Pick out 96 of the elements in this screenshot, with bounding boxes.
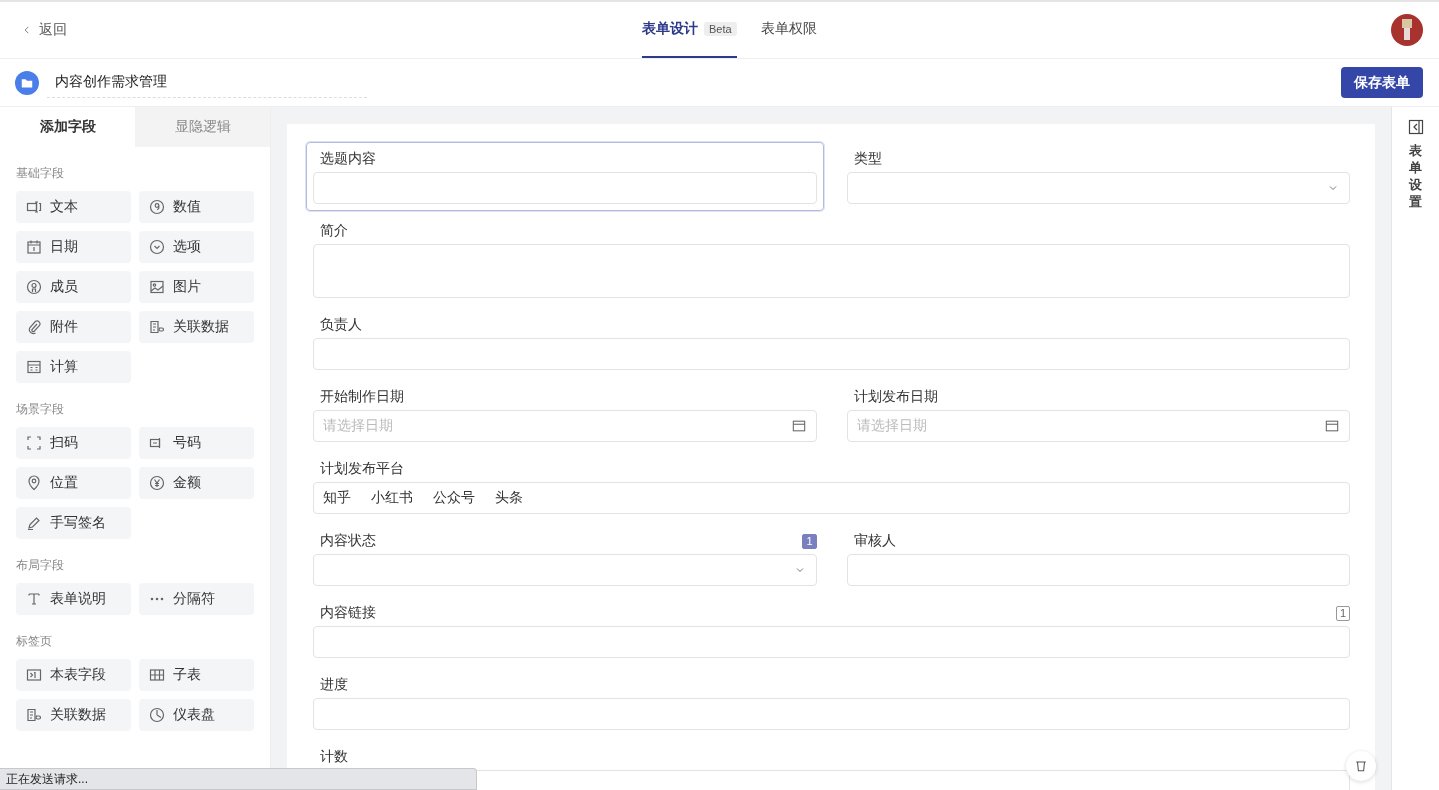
field-label: 审核人 (853, 532, 896, 550)
image-icon (149, 279, 165, 295)
input-field[interactable] (313, 626, 1350, 658)
form-field[interactable]: 进度 (306, 668, 1357, 737)
section-heading: 标签页 (15, 633, 53, 649)
field-type-button[interactable]: 金额 (139, 467, 254, 499)
section-heading: 基础字段 (15, 165, 65, 181)
field-label: 计数 (320, 748, 348, 766)
dropdown-icon (149, 239, 165, 255)
form-tab[interactable]: 表单设计 Beta (642, 2, 737, 58)
count-badge: 1 (802, 533, 817, 549)
currency-icon (149, 475, 165, 491)
field-type-button[interactable]: 图片 (139, 271, 254, 303)
field-label: 计划发布平台 (320, 460, 404, 478)
select-field[interactable] (846, 172, 1350, 204)
tab-field-icon (26, 667, 42, 683)
form-field[interactable]: 负责人 (306, 308, 1357, 377)
form-tab[interactable]: 表单权限 (760, 2, 817, 58)
field-label: 进度 (320, 676, 348, 694)
field-type-button[interactable]: 数值 (139, 191, 254, 223)
form-field[interactable]: 内容链接 1 (306, 596, 1357, 665)
form-field[interactable]: 计划发布日期 请选择日期 (839, 380, 1357, 449)
field-type-button[interactable]: 表单说明 (16, 583, 131, 615)
placeholder-text: 请选择日期 (856, 417, 927, 435)
field-label: 简介 (320, 222, 348, 240)
option-item[interactable]: 小红书 (371, 489, 413, 507)
calendar-icon (791, 419, 806, 433)
section-heading: 布局字段 (15, 557, 65, 573)
field-type-button[interactable]: 选项 (139, 231, 254, 263)
field-type-button[interactable]: 日期 (16, 231, 131, 263)
field-type-button[interactable]: 关联数据 (16, 699, 131, 731)
back-link[interactable]: 返回 (22, 21, 67, 39)
collapse-icon (1407, 119, 1424, 135)
form-field[interactable]: 选题内容 (306, 142, 824, 211)
field-label: 类型 (853, 150, 882, 168)
select-field[interactable] (313, 554, 817, 586)
form-field[interactable]: 计划发布平台 知乎 小红书 公众号 头条 (306, 452, 1357, 521)
text-field-icon (26, 199, 42, 215)
section-heading: 场景字段 (15, 401, 65, 417)
input-field[interactable] (313, 338, 1350, 370)
field-label: 选题内容 (320, 150, 376, 168)
calendar-icon (26, 239, 42, 255)
text-icon (26, 591, 42, 607)
field-label: 负责人 (320, 316, 362, 334)
field-type-button[interactable]: 位置 (16, 467, 131, 499)
field-label: 内容状态 (320, 532, 376, 550)
linked-data-icon (26, 707, 42, 723)
field-label: 开始制作日期 (320, 388, 404, 406)
scan-icon (26, 435, 42, 451)
settings-panel-toggle[interactable]: 表单设置 (1407, 107, 1424, 211)
count-badge: 1 (1335, 605, 1350, 621)
field-type-button[interactable]: 子表 (139, 659, 254, 691)
form-title-field[interactable]: 内容创作需求管理 (47, 67, 367, 98)
calculator-icon (26, 359, 42, 375)
field-label: 计划发布日期 (853, 388, 938, 406)
input-field[interactable] (313, 698, 1350, 730)
option-item[interactable]: 头条 (495, 489, 523, 507)
input-field[interactable] (313, 172, 817, 204)
field-type-button[interactable]: 扫码 (16, 427, 131, 459)
folder-icon (15, 70, 39, 95)
form-field[interactable]: 类型 (839, 142, 1357, 211)
pen-icon (26, 515, 42, 531)
status-toast: 正在发送请求... (0, 768, 477, 790)
save-button[interactable]: 保存表单 (1341, 67, 1423, 98)
table-icon (149, 667, 165, 683)
field-type-button[interactable]: 关联数据 (139, 311, 254, 343)
beta-badge: Beta (704, 22, 737, 36)
gauge-icon (149, 707, 165, 723)
back-icon (22, 24, 32, 36)
form-field[interactable]: 开始制作日期 请选择日期 (306, 380, 824, 449)
field-type-button[interactable]: 文本 (16, 191, 131, 223)
calendar-icon (1325, 419, 1339, 433)
number-icon (149, 199, 165, 215)
avatar[interactable] (1391, 14, 1423, 46)
field-type-button[interactable]: 本表字段 (16, 659, 131, 691)
form-field[interactable]: 内容状态 1 (306, 524, 824, 593)
trash-icon (1354, 759, 1368, 773)
field-label: 内容链接 (320, 604, 376, 622)
input-field[interactable] (846, 554, 1350, 586)
text-area[interactable] (313, 244, 1350, 298)
field-type-button[interactable]: 号码 (139, 427, 254, 459)
field-type-button[interactable]: 计算 (16, 351, 131, 383)
field-type-button[interactable]: 仪表盘 (139, 699, 254, 731)
linked-data-icon (149, 319, 165, 335)
field-type-button[interactable]: 附件 (16, 311, 131, 343)
member-icon (26, 279, 42, 295)
form-field[interactable]: 审核人 (839, 524, 1357, 593)
paperclip-icon (26, 319, 42, 335)
form-field[interactable]: 简介 (306, 214, 1357, 305)
option-item[interactable]: 公众号 (433, 489, 475, 507)
field-type-button[interactable]: 成员 (16, 271, 131, 303)
option-item[interactable]: 知乎 (323, 489, 351, 507)
placeholder-text: 请选择日期 (323, 417, 393, 435)
field-type-button[interactable]: 分隔符 (139, 583, 254, 615)
field-type-button[interactable]: 手写签名 (16, 507, 131, 539)
location-icon (26, 475, 42, 491)
